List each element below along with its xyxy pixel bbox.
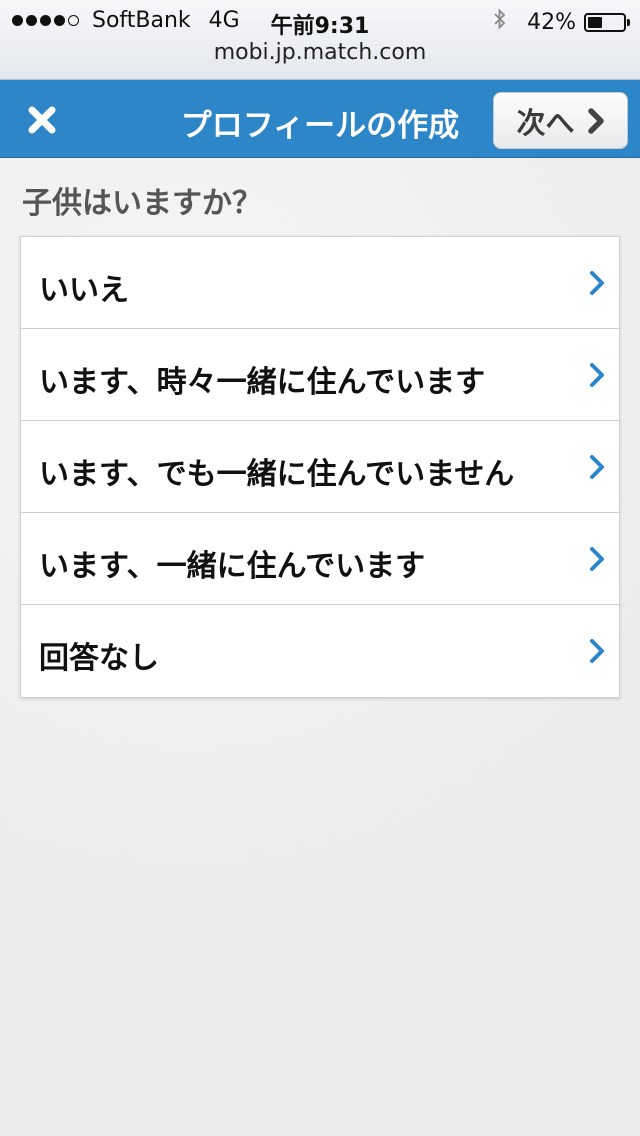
chevron-right-icon (590, 363, 604, 387)
option-item[interactable]: 回答なし (21, 605, 619, 697)
status-right: 42% (493, 8, 630, 36)
option-label: います、一緒に住んでいます (39, 549, 426, 584)
option-label: います、でも一緒に住んでいません (39, 457, 515, 492)
chevron-right-icon (590, 271, 604, 295)
option-item[interactable]: いいえ (21, 237, 619, 329)
bluetooth-icon (493, 8, 507, 36)
next-button-label: 次へ (516, 105, 575, 140)
option-label: いいえ (39, 273, 129, 308)
option-item[interactable]: います、でも一緒に住んでいません (21, 421, 619, 513)
url-bar[interactable]: mobi.jp.match.com (0, 40, 640, 65)
option-list: いいえ います、時々一緒に住んでいます います、でも一緒に住んでいません います… (20, 236, 620, 698)
chevron-right-icon (590, 455, 604, 479)
chevron-right-icon (590, 547, 604, 571)
chevron-right-icon (590, 639, 604, 663)
option-item[interactable]: います、時々一緒に住んでいます (21, 329, 619, 421)
next-button[interactable]: 次へ (493, 92, 628, 149)
option-label: 回答なし (39, 641, 159, 676)
option-item[interactable]: います、一緒に住んでいます (21, 513, 619, 605)
status-bar: SoftBank 4G 午前9:31 42% mobi.jp.match.com (0, 0, 640, 80)
content-area: 子供はいますか？ いいえ います、時々一緒に住んでいます います、でも一緒に住ん… (0, 158, 640, 1136)
battery-fill (588, 16, 602, 28)
question-heading: 子供はいますか？ (22, 186, 262, 221)
option-label: います、時々一緒に住んでいます (39, 365, 486, 400)
navigation-bar: プロフィールの作成 次へ (0, 80, 640, 158)
battery-percentage: 42% (527, 9, 576, 35)
chevron-right-icon (587, 107, 604, 134)
battery-icon (584, 12, 630, 32)
